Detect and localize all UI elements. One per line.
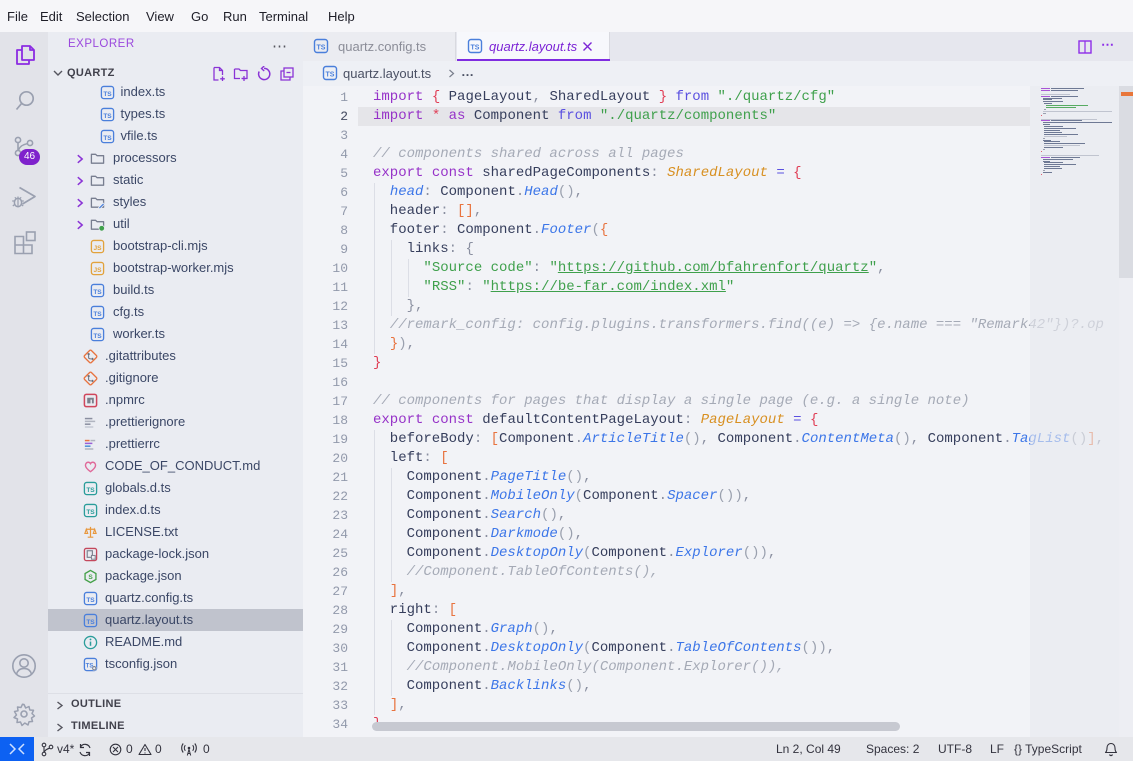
svg-text:TS: TS bbox=[326, 72, 335, 79]
svg-text:TS: TS bbox=[86, 509, 95, 516]
svg-text:TS: TS bbox=[103, 113, 112, 120]
svg-text:TS: TS bbox=[93, 311, 102, 318]
svg-text:TS: TS bbox=[471, 45, 480, 52]
svg-text:JS: JS bbox=[93, 245, 102, 252]
svg-text:TS: TS bbox=[86, 597, 95, 604]
svg-text:TS: TS bbox=[103, 135, 112, 142]
svg-text:TS: TS bbox=[103, 91, 112, 98]
svg-text:JS: JS bbox=[93, 267, 102, 274]
svg-text:TS: TS bbox=[86, 487, 95, 494]
svg-text:TS: TS bbox=[93, 333, 102, 340]
svg-text:TS: TS bbox=[93, 289, 102, 296]
svg-text:TS: TS bbox=[86, 619, 95, 626]
svg-text:TS: TS bbox=[317, 45, 326, 52]
svg-text:S: S bbox=[88, 574, 93, 581]
